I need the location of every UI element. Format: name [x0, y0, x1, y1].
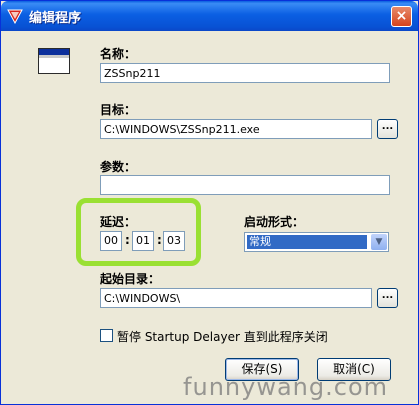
- close-icon: ×: [395, 8, 408, 24]
- target-label: 目标：: [100, 103, 137, 117]
- chevron-down-icon[interactable]: ▼: [371, 234, 387, 250]
- start-dir-label: 起始目录：: [100, 272, 161, 286]
- start-mode-value: 常规: [247, 235, 367, 249]
- edit-program-dialog: 编辑程序 × 名称： ZSSnp211 目标： C:\WINDOWS\ZSSnp…: [0, 0, 419, 405]
- params-label: 参数：: [100, 160, 137, 174]
- delay-separator: :: [157, 233, 162, 247]
- close-button[interactable]: ×: [391, 6, 412, 27]
- watermark: funnywang.com: [183, 373, 388, 401]
- params-field[interactable]: [100, 175, 390, 195]
- start-mode-label: 启动形式：: [244, 215, 305, 229]
- delay-seconds-field[interactable]: 03: [163, 231, 185, 251]
- program-window-icon: [38, 48, 70, 74]
- start-dir-field[interactable]: C:\WINDOWS\: [100, 288, 372, 308]
- name-label: 名称：: [100, 47, 137, 61]
- pause-checkbox-label[interactable]: 暂停 Startup Delayer 直到此程序关闭: [117, 328, 328, 345]
- window-title: 编辑程序: [29, 11, 82, 26]
- pause-checkbox[interactable]: [100, 329, 113, 342]
- delay-hours-field[interactable]: 00: [100, 231, 122, 251]
- target-field[interactable]: C:\WINDOWS\ZSSnp211.exe: [100, 119, 372, 139]
- target-browse-button[interactable]: ...: [377, 119, 398, 139]
- app-icon: [7, 9, 23, 24]
- delay-minutes-field[interactable]: 01: [132, 231, 154, 251]
- delay-separator: :: [125, 233, 130, 247]
- start-dir-browse-button[interactable]: ...: [377, 288, 398, 308]
- start-mode-select[interactable]: 常规 ▼: [244, 232, 389, 252]
- title-bar[interactable]: 编辑程序 ×: [1, 1, 418, 31]
- delay-label: 延迟：: [100, 215, 137, 229]
- name-field[interactable]: ZSSnp211: [100, 63, 390, 83]
